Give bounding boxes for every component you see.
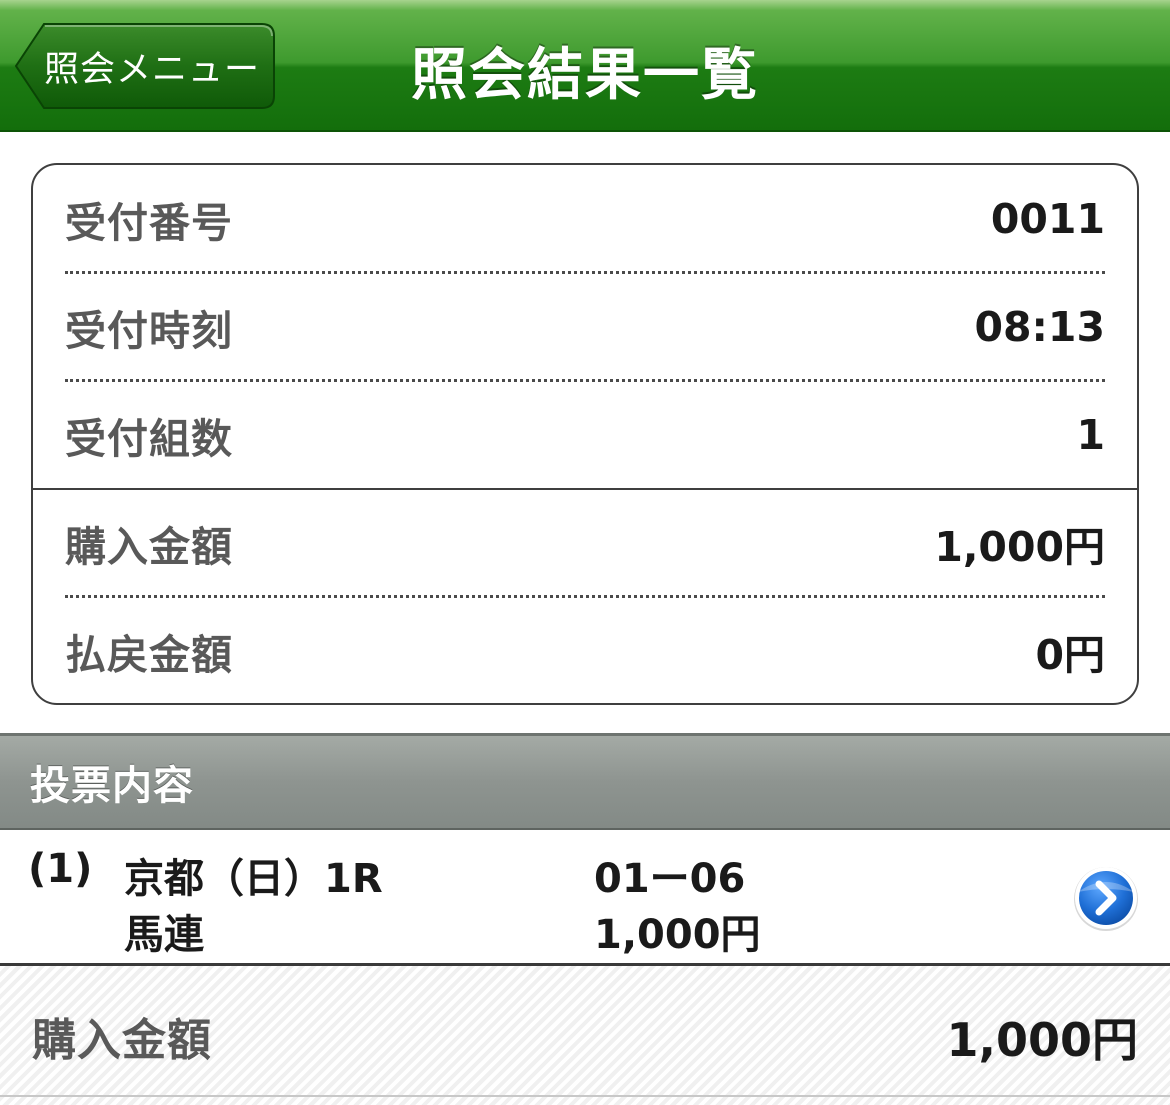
footer-total-bar: 購入金額 1,000円	[0, 963, 1170, 1105]
bet-race: 京都（日）1R	[124, 856, 383, 902]
page-title: 照会結果一覧	[411, 43, 759, 108]
row-value: 0011	[990, 195, 1105, 243]
summary-row-receipt-number: 受付番号 0011	[65, 165, 1105, 273]
summary-row-payout-amount: 払戻金額 0円	[65, 597, 1105, 703]
summary-row-purchase-amount: 購入金額 1,000円	[65, 489, 1105, 597]
row-value: 08:13	[974, 303, 1105, 351]
summary-row-receipt-time: 受付時刻 08:13	[65, 273, 1105, 381]
row-label: 受付時刻	[65, 307, 233, 355]
bet-index: (1)	[28, 846, 93, 892]
row-label: 払戻金額	[65, 631, 233, 679]
bet-combination: 01ー06	[594, 856, 746, 902]
footer-total-value: 1,000円	[946, 1013, 1138, 1067]
footer-total-label: 購入金額	[32, 1015, 212, 1066]
footer-bottom-edge	[0, 1095, 1170, 1097]
row-label: 受付番号	[65, 199, 233, 247]
summary-card: 受付番号 0011 受付時刻 08:13 受付組数 1 購入金額 1,000円 …	[31, 163, 1139, 705]
row-label: 購入金額	[65, 523, 233, 571]
row-value: 0円	[1035, 631, 1105, 679]
nav-header: 照会メニュー 照会結果一覧	[0, 0, 1170, 132]
bet-list-item[interactable]: (1) 京都（日）1R 馬連 01ー06 1,000円	[0, 830, 1170, 964]
summary-row-set-count: 受付組数 1	[65, 381, 1105, 489]
row-label: 受付組数	[65, 415, 233, 463]
section-header-bet-contents: 投票内容	[0, 733, 1170, 830]
section-title: 投票内容	[30, 763, 194, 809]
chevron-right-circle-icon	[1074, 867, 1138, 931]
bet-amount: 1,000円	[594, 912, 761, 958]
app-screen: 照会メニュー 照会結果一覧 受付番号 0011 受付時刻 08:13 受付組数 …	[0, 0, 1170, 1105]
bet-detail-button[interactable]	[1072, 864, 1140, 932]
row-value: 1	[1076, 411, 1105, 459]
bet-type: 馬連	[124, 912, 204, 958]
row-value: 1,000円	[934, 523, 1105, 571]
